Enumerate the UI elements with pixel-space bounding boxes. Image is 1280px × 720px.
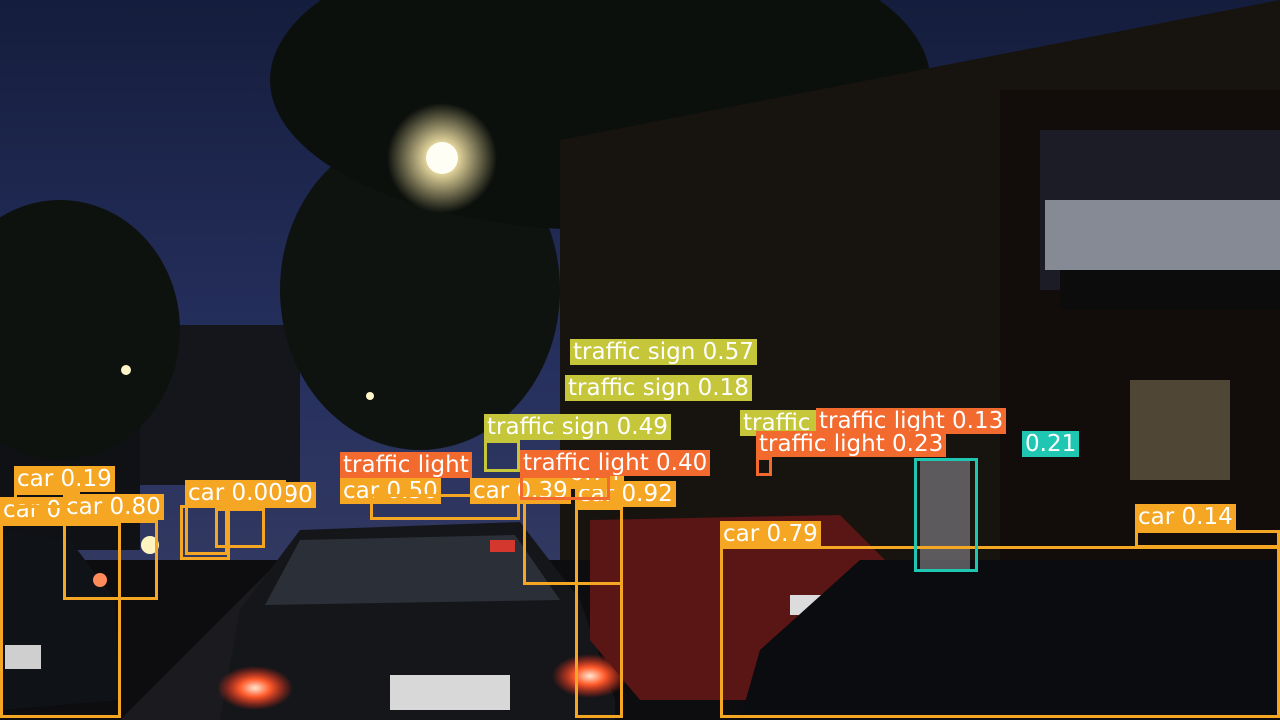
detection-label: car 0.00 — [185, 480, 286, 506]
detection-box-traffic-light — [756, 457, 772, 476]
detection-box-person — [914, 458, 978, 572]
detection-scene: car 0.92car 0.90car 0.83car 0.80car 0.79… — [0, 0, 1280, 720]
detection-label: traffic light 0.23 — [756, 431, 947, 457]
detection-label: traffic light — [340, 452, 472, 478]
detection-box-traffic-sign — [484, 440, 520, 472]
detection-label: car 0.14 — [1135, 504, 1236, 530]
detection-box-car — [1135, 530, 1280, 548]
detection-box-car — [14, 492, 80, 508]
detection-label: traffic light 0.40 — [520, 450, 711, 476]
detection-box-car — [63, 520, 158, 600]
detection-label: car 0.79 — [720, 521, 821, 547]
detection-label: traffic sign 0.18 — [565, 375, 752, 401]
detection-label: traffic sign 0.49 — [484, 414, 671, 440]
detection-box-traffic-light — [520, 475, 610, 500]
detection-label: 0.21 — [1022, 431, 1080, 457]
detection-label: traffic sign 0.57 — [570, 339, 757, 365]
detection-box-car — [720, 546, 1280, 718]
detection-overlay: car 0.92car 0.90car 0.83car 0.80car 0.79… — [0, 0, 1280, 720]
detection-label: car 0.19 — [14, 466, 115, 492]
